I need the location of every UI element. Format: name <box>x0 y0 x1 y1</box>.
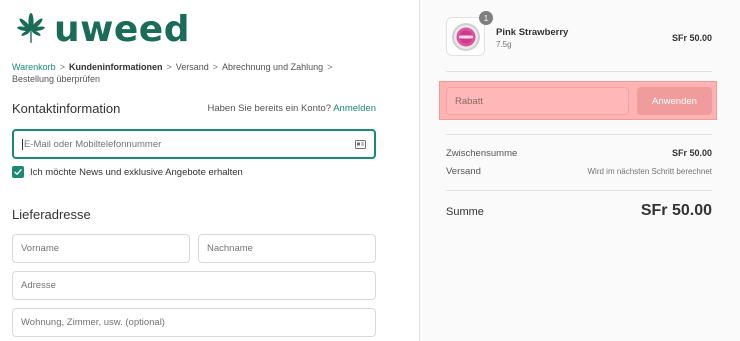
product-thumbnail <box>446 17 485 56</box>
breadcrumb-separator: > <box>166 62 172 72</box>
checkout-form-panel: uweed Warenkorb > Kundeninformationen > Vers… <box>0 0 419 341</box>
product-tin-image <box>451 22 480 51</box>
breadcrumb-item-review: Bestellung überprüfen <box>12 74 101 84</box>
address-field[interactable]: Adresse <box>12 271 376 300</box>
text-caret <box>22 138 23 150</box>
shipping-section-title: Lieferadresse <box>12 207 91 222</box>
subtotal-label: Zwischensumme <box>446 148 518 159</box>
breadcrumb-item-customer-info: Kundeninformationen <box>68 62 163 72</box>
last-name-placeholder: Nachname <box>207 243 253 254</box>
apartment-field[interactable]: Wohnung, Zimmer, usw. (optional) <box>12 308 376 337</box>
newsletter-option[interactable]: Ich möchte News und exklusive Angebote e… <box>12 166 243 178</box>
breadcrumb-item-shipping: Versand <box>175 62 209 72</box>
product-name: Pink Strawberry <box>496 27 569 38</box>
newsletter-label: Ich möchte News und exklusive Angebote e… <box>30 166 243 178</box>
contact-card-icon <box>355 140 366 149</box>
newsletter-checkbox[interactable] <box>12 166 24 178</box>
total-value: SFr 50.00 <box>640 202 712 219</box>
shipping-value: Wird im nächsten Schritt berechnet <box>587 167 713 176</box>
login-prompt: Haben Sie bereits ein Konto? Anmelden <box>208 103 377 114</box>
brand-name: uweed <box>54 9 190 50</box>
discount-placeholder: Rabatt <box>455 95 483 107</box>
discount-code-field[interactable]: Rabatt <box>446 87 629 115</box>
summary-divider <box>446 134 712 135</box>
login-link[interactable]: Anmelden <box>333 103 376 114</box>
product-variant: 7.5g <box>496 40 512 49</box>
summary-divider <box>446 71 712 72</box>
first-name-field[interactable]: Vorname <box>12 234 190 263</box>
breadcrumb-item-cart[interactable]: Warenkorb <box>12 62 56 72</box>
apartment-placeholder: Wohnung, Zimmer, usw. (optional) <box>21 317 165 328</box>
contact-section-title: Kontaktinformation <box>12 101 121 116</box>
email-field[interactable]: E-Mail oder Mobiltelefonnummer <box>12 129 376 159</box>
email-placeholder: E-Mail oder Mobiltelefonnummer <box>24 138 162 150</box>
breadcrumb: Warenkorb > Kundeninformationen > Versand > Ab… <box>12 61 407 85</box>
summary-divider <box>446 190 712 191</box>
last-name-field[interactable]: Nachname <box>198 234 376 263</box>
subtotal-value: SFr 50.00 <box>671 148 712 158</box>
apply-discount-button[interactable]: Anwenden <box>637 87 712 115</box>
product-price: SFr 50.00 <box>671 33 712 43</box>
first-name-placeholder: Vorname <box>21 243 60 254</box>
checkmark-icon <box>14 169 22 175</box>
address-placeholder: Adresse <box>21 280 56 291</box>
cannabis-leaf-icon <box>17 13 45 43</box>
breadcrumb-separator: > <box>59 62 65 72</box>
breadcrumb-separator: > <box>212 62 219 72</box>
total-label: Summe <box>446 206 484 218</box>
brand-logo[interactable]: uweed <box>12 12 190 48</box>
quantity-badge: 1 <box>479 11 493 25</box>
breadcrumb-item-payment: Abrechnung und Zahlung <box>222 62 324 72</box>
breadcrumb-separator: > <box>327 62 333 72</box>
login-prompt-text: Haben Sie bereits ein Konto? <box>207 103 332 114</box>
shipping-label: Versand <box>446 166 481 177</box>
